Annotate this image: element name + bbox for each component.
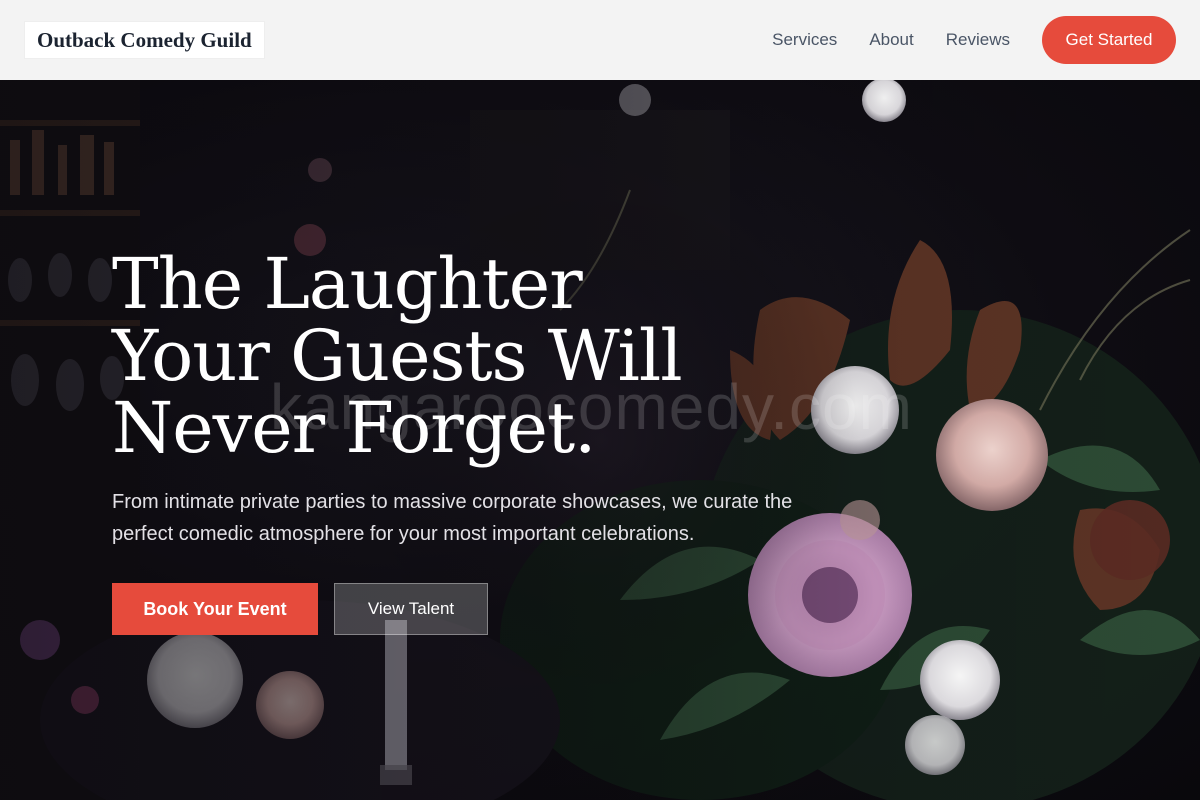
view-talent-button[interactable]: View Talent	[334, 583, 488, 635]
nav-link-about[interactable]: About	[869, 30, 913, 50]
hero-actions: Book Your Event View Talent	[112, 583, 872, 635]
hero-content: The Laughter Your Guests Will Never Forg…	[112, 248, 872, 635]
nav-link-services[interactable]: Services	[772, 30, 837, 50]
hero-subheadline: From intimate private parties to massive…	[112, 491, 793, 545]
brand-logo[interactable]: Outback Comedy Guild	[25, 22, 264, 58]
site-header: Outback Comedy Guild Services About Revi…	[0, 0, 1200, 80]
nav-link-reviews[interactable]: Reviews	[946, 30, 1010, 50]
book-event-button[interactable]: Book Your Event	[112, 583, 318, 635]
get-started-button[interactable]: Get Started	[1042, 16, 1176, 64]
main-nav: Services About Reviews Get Started	[772, 16, 1176, 64]
hero-headline: The Laughter Your Guests Will Never Forg…	[112, 243, 683, 469]
